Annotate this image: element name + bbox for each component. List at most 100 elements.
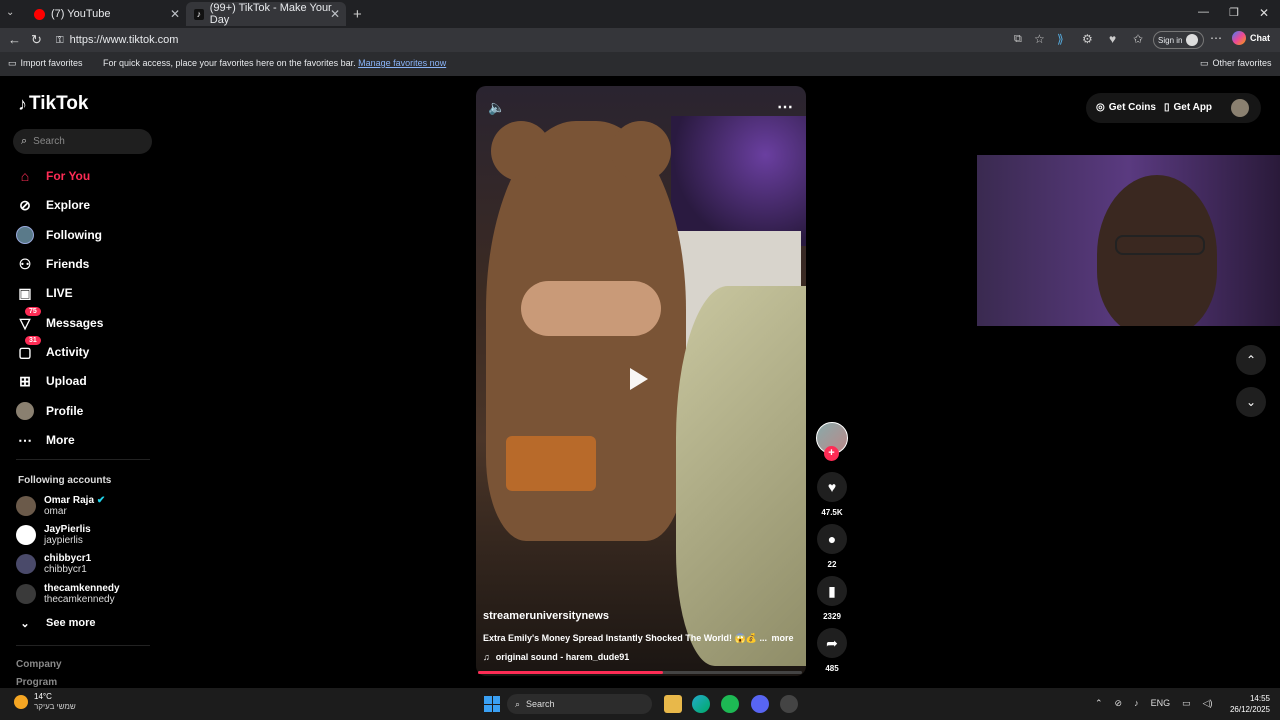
back-icon[interactable]: ← — [8, 32, 21, 47]
copilot-chat-button[interactable]: Chat — [1232, 31, 1270, 45]
video-author[interactable]: streameruniversitynews — [483, 610, 609, 622]
footer-link-program[interactable]: Program — [16, 677, 57, 688]
volume-icon: ◁) — [1202, 698, 1213, 708]
close-tab-icon[interactable]: ✕ — [170, 7, 180, 21]
reload-icon[interactable]: ↻ — [31, 32, 42, 48]
url-text: https://www.tiktok.com — [69, 34, 179, 46]
tray-chevron-icon: ⌃ — [1095, 698, 1103, 708]
comment-button[interactable]: ● — [817, 524, 847, 554]
account-item[interactable]: thecamkennedy thecamkennedy — [16, 581, 120, 607]
nav-label: For You — [46, 169, 91, 183]
get-coins-button[interactable]: ◎ Get Coins — [1096, 102, 1156, 113]
nav-label: LIVE — [46, 286, 73, 300]
search-icon: ⌕ — [21, 135, 28, 147]
friends-icon: ⚇ — [18, 255, 32, 272]
clock[interactable]: 14:55 26/12/2025 — [1222, 693, 1270, 715]
nav-profile[interactable]: Profile — [16, 398, 83, 424]
next-video-button[interactable]: ⌄ — [1236, 387, 1266, 417]
taskbar-search[interactable]: ⌕ Search — [507, 694, 652, 714]
other-favorites-button[interactable]: ▭ Other favorites — [1200, 58, 1272, 69]
site-info-icon[interactable]: ⚿ — [56, 35, 64, 46]
new-tab-button[interactable]: + — [353, 6, 362, 23]
chat-label: Chat — [1250, 33, 1270, 43]
footer-link-company[interactable]: Company — [16, 659, 62, 670]
following-accounts-header: Following accounts — [18, 475, 112, 486]
tiktok-logo[interactable]: ♪ TikTok — [18, 93, 88, 115]
nav-live[interactable]: ▣ LIVE — [16, 280, 73, 306]
phone-icon: ▯ — [1164, 102, 1170, 113]
account-name: Omar Raja — [44, 495, 95, 506]
discord-icon[interactable] — [751, 695, 769, 713]
video-sound[interactable]: ♫ original sound - harem_dude91 — [483, 652, 629, 662]
nav-label: Messages — [46, 316, 104, 330]
split-screen-icon[interactable]: ⧉ — [1014, 33, 1022, 46]
messages-badge: 75 — [25, 307, 41, 316]
tab-youtube[interactable]: (7) YouTube ✕ — [26, 2, 186, 26]
favorites-icon[interactable]: ✩ — [1133, 32, 1143, 46]
account-item[interactable]: chibbycr1 chibbycr1 — [16, 551, 91, 577]
minimize-icon[interactable]: — — [1198, 6, 1209, 18]
get-app-button[interactable]: ▯ Get App — [1164, 102, 1212, 113]
file-explorer-icon[interactable] — [664, 695, 682, 713]
nav-more[interactable]: ⋯ More — [16, 427, 75, 453]
spotify-icon[interactable] — [721, 695, 739, 713]
account-item[interactable]: Omar Raja ✔ omar — [16, 493, 105, 519]
browser-essentials-icon[interactable]: ♥ — [1109, 32, 1116, 46]
nav-friends[interactable]: ⚇ Friends — [16, 251, 90, 277]
video-progress-fill — [478, 671, 663, 674]
caption-text: Extra Emily's Money Spread Instantly Sho… — [483, 633, 767, 643]
previous-video-button[interactable]: ⌃ — [1236, 345, 1266, 375]
nav-label: Upload — [46, 374, 87, 388]
account-item[interactable]: JayPierlis jaypierlis — [16, 522, 91, 548]
weather-widget[interactable]: 14°C שמשי בעיקר — [14, 692, 76, 712]
nav-following[interactable]: Following — [16, 222, 102, 248]
app-icon[interactable] — [780, 695, 798, 713]
favorite-star-icon[interactable]: ☆ — [1034, 32, 1045, 46]
like-button[interactable]: ♥ — [817, 472, 847, 502]
manage-favorites-link[interactable]: Manage favorites now — [358, 58, 446, 68]
settings-more-icon[interactable]: ⋯ — [1210, 31, 1222, 45]
tab-tiktok[interactable]: ♪ (99+) TikTok - Make Your Day ✕ — [186, 2, 346, 26]
language-indicator: ENG — [1150, 698, 1171, 708]
nav-explore[interactable]: ⊘ Explore — [16, 192, 90, 218]
start-button[interactable] — [484, 696, 500, 712]
close-window-icon[interactable]: ✕ — [1259, 6, 1269, 20]
webcam-overlay — [977, 155, 1280, 326]
youtube-favicon-icon — [34, 8, 45, 20]
avatar — [16, 525, 36, 545]
follow-plus-icon[interactable]: + — [824, 446, 839, 461]
nav-for-you[interactable]: ⌂ For You — [16, 163, 90, 189]
sign-in-button[interactable]: Sign in — [1153, 31, 1204, 49]
verified-icon: ✔ — [96, 495, 106, 506]
maximize-icon[interactable]: ❐ — [1229, 6, 1239, 19]
search-input[interactable]: ⌕ Search — [13, 129, 152, 154]
url-field[interactable]: ⚿ https://www.tiktok.com — [48, 31, 1078, 49]
tab-list-button[interactable]: ⌄ — [6, 7, 14, 18]
nav-messages[interactable]: ▽ 75 Messages — [16, 307, 104, 336]
search-placeholder: Search — [33, 136, 65, 147]
video-more-options-icon[interactable]: ⋯ — [777, 97, 793, 117]
user-avatar[interactable] — [1231, 99, 1249, 117]
volume-icon[interactable]: 🔈 — [488, 99, 505, 116]
clock-date: 26/12/2025 — [1229, 705, 1270, 714]
save-button[interactable]: ▮ — [817, 576, 847, 606]
nav-activity[interactable]: ▢ 31 Activity — [16, 336, 89, 365]
nav-upload[interactable]: ⊞ Upload — [16, 368, 87, 394]
play-icon[interactable] — [630, 368, 648, 390]
account-name: JayPierlis — [44, 524, 91, 535]
import-favorites-button[interactable]: ▭ Import favorites — [8, 58, 83, 69]
search-icon: ⌕ — [515, 698, 521, 709]
see-more-button[interactable]: ⌄ See more — [16, 610, 95, 636]
close-tab-icon[interactable]: ✕ — [330, 7, 340, 21]
edge-icon[interactable] — [692, 695, 710, 713]
nav-label: Explore — [46, 198, 91, 212]
extension-icon[interactable]: ⟫ — [1057, 32, 1064, 46]
extensions-puzzle-icon[interactable]: ⚙ — [1082, 32, 1093, 46]
caption-more-link[interactable]: more — [771, 633, 793, 643]
video-progress-track[interactable] — [478, 671, 802, 674]
import-icon: ▭ — [8, 58, 17, 68]
folder-icon: ▭ — [1200, 58, 1209, 68]
favorites-hint: For quick access, place your favorites h… — [103, 58, 446, 68]
share-button[interactable]: ➦ — [817, 628, 847, 658]
system-tray[interactable]: ⌃ ⊘ ♪ ENG ▭ ◁) — [1095, 698, 1213, 709]
